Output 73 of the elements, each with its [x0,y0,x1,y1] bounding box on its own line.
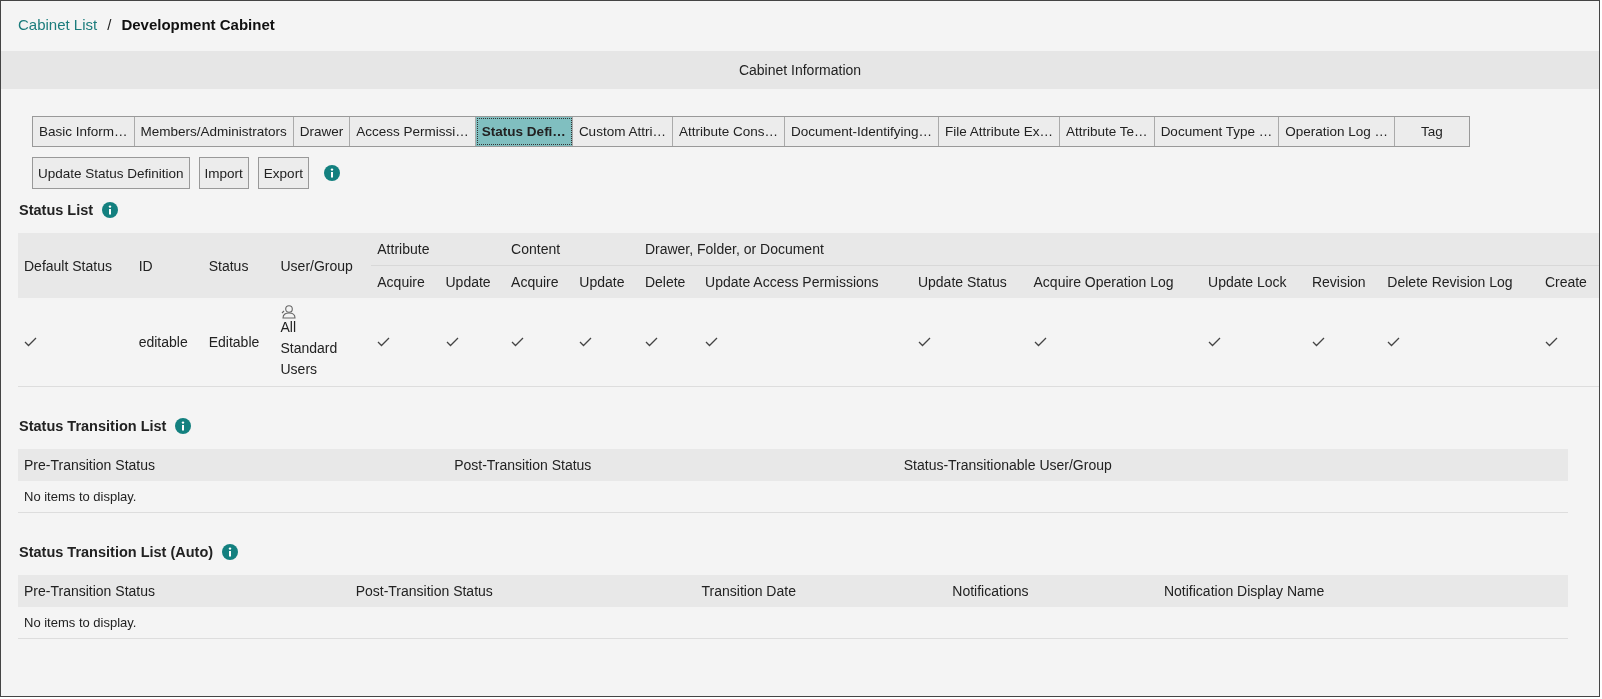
column-header: Revision [1305,265,1382,298]
column-header: Post-Transition Status [349,575,696,607]
column-header: Pre-Transition Status [18,449,449,481]
column-header: Notification Display Name [1157,575,1568,607]
column-header: Notifications [946,575,1158,607]
column-header: Update [439,265,506,298]
column-group-header: Drawer, Folder, or Document [638,233,1599,266]
tab[interactable]: Drawer [293,117,351,146]
column-header: Pre-Transition Status [18,575,350,607]
column-header: Status-Transitionable User/Group [897,449,1568,481]
check-icon [1033,337,1047,347]
check-icon [1387,337,1401,347]
column-header: Transition Date [695,575,947,607]
empty-message: No items to display. [24,489,137,504]
action-button[interactable]: Import [198,157,249,189]
breadcrumb-link[interactable]: Cabinet List [18,16,98,36]
table-cell: editable [132,298,203,387]
column-header: Acquire [371,265,440,298]
info-icon[interactable] [323,165,340,181]
tab[interactable]: Custom Attri… [572,117,673,146]
check-icon [377,337,391,347]
column-header: Post-Transition Status [448,449,898,481]
column-header: Update [573,265,639,298]
tab[interactable]: Attribute Te… [1060,117,1155,146]
check-icon [24,337,37,347]
check-icon [579,337,593,347]
check-icon [1544,337,1558,347]
info-icon[interactable] [102,202,119,218]
section-header-title: Cabinet Information [738,62,862,78]
info-icon[interactable] [222,544,239,560]
tab[interactable]: Operation Log … [1279,117,1395,146]
column-header: User/Group [274,233,372,298]
check-icon [705,337,719,347]
section-heading: Status Transition List (Auto) [19,544,214,560]
breadcrumb-separator: / [107,16,112,35]
column-header: Default Status [18,233,133,298]
column-group-header: Attribute [371,233,506,266]
action-button[interactable]: Update Status Definition [32,157,190,189]
empty-message: No items to display. [24,615,137,630]
tab[interactable]: Attribute Cons… [672,117,785,146]
column-header: ID [132,233,203,298]
tab[interactable]: Tag [1395,117,1469,146]
tab[interactable]: Basic Inform… [33,117,135,146]
check-icon [1208,337,1221,347]
column-header: Update Status [911,265,1028,298]
section-heading: Status Transition List [19,418,167,434]
tab[interactable]: File Attribute Ex… [939,117,1061,146]
check-icon [445,337,459,347]
column-header: Update Lock [1202,265,1306,298]
user-group-name: All Standard Users [280,318,339,379]
tab[interactable]: Access Permissi… [350,117,476,146]
tab[interactable]: Document-Identifying… [784,117,940,146]
column-header: Update Access Permissions [699,265,912,298]
column-header: Acquire Operation Log [1027,265,1202,298]
check-icon [917,337,931,347]
column-header: Status [202,233,275,298]
column-header: Acquire [505,265,574,298]
tab[interactable]: Status Defi… [475,117,573,146]
action-button[interactable]: Export [257,157,309,189]
column-header: Delete [638,265,700,298]
column-header: Delete Revision Log [1381,265,1539,298]
column-header: Create [1538,265,1599,298]
column-group-header: Content [505,233,639,266]
section-heading: Status List [19,202,94,218]
info-icon[interactable] [175,418,192,434]
table-cell: Editable [202,298,275,387]
breadcrumb-current: Development Cabinet [121,16,275,35]
tab[interactable]: Document Type … [1154,117,1280,146]
tab[interactable]: Members/Administrators [134,117,294,146]
user-group-icon [280,304,297,319]
check-icon [511,337,525,347]
check-icon [1311,337,1325,347]
check-icon [644,337,658,347]
